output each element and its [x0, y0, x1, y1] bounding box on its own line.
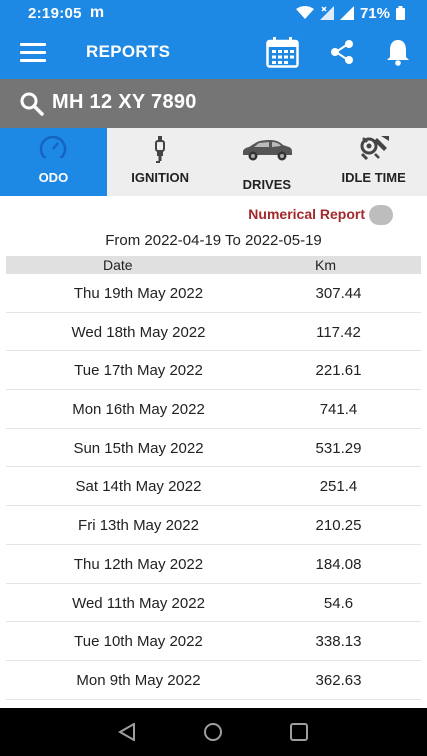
- tab-ignition[interactable]: IGNITION: [107, 128, 214, 196]
- speedometer-icon: [40, 136, 67, 158]
- notification-icon: m: [89, 4, 105, 21]
- table-row: Mon 16th May 2022 741.4: [6, 390, 421, 429]
- screen: 2:19:05 m 71% REPORTS MH 12 XY 7890 ODO …: [0, 0, 427, 756]
- row-km: 741.4: [319, 401, 358, 419]
- table-row: Thu 12th May 2022 184.08: [6, 545, 421, 584]
- column-header-km: Km: [315, 257, 336, 273]
- signal-x-icon: [319, 6, 334, 20]
- bell-icon[interactable]: [386, 38, 410, 66]
- app-bar: REPORTS: [0, 26, 427, 79]
- row-km: 184.08: [315, 555, 362, 573]
- row-km: 54.6: [323, 594, 354, 612]
- search-icon: [20, 92, 44, 116]
- numerical-report-row: Numerical Report: [0, 203, 427, 227]
- row-date: Tue 10th May 2022: [74, 633, 203, 651]
- table-row: Tue 17th May 2022 221.61: [6, 351, 421, 391]
- row-date: Mon 16th May 2022: [72, 401, 205, 419]
- row-km: 117.42: [316, 323, 361, 341]
- spark-plug-icon: [155, 136, 166, 163]
- table-header: Date Km: [6, 256, 421, 274]
- row-km: 210.25: [315, 517, 362, 535]
- battery-icon: [396, 6, 405, 20]
- tab-idle-time-label: IDLE TIME: [341, 170, 406, 185]
- status-right: 71%: [295, 4, 405, 22]
- date-range-text: From 2022-04-19 To 2022-05-19: [105, 232, 322, 249]
- column-header-date: Date: [103, 257, 133, 273]
- row-date: Tue 17th May 2022: [74, 362, 203, 380]
- recent-apps-icon[interactable]: [290, 723, 308, 741]
- system-nav-bar: [0, 708, 427, 756]
- tab-idle-time[interactable]: IDLE TIME: [320, 128, 427, 196]
- page-title: REPORTS: [86, 42, 171, 61]
- row-date: Wed 18th May 2022: [71, 323, 206, 341]
- table-row: Wed 11th May 2022 54.6: [6, 584, 421, 623]
- signal-icon: [339, 6, 354, 20]
- car-icon: [242, 140, 292, 161]
- tab-odo-label: ODO: [38, 170, 69, 185]
- numerical-report-label: Numerical Report: [248, 206, 365, 222]
- back-icon[interactable]: [118, 723, 136, 741]
- row-date: Thu 12th May 2022: [73, 555, 204, 573]
- row-date: Mon 9th May 2022: [76, 671, 201, 689]
- tab-odo[interactable]: ODO: [0, 128, 107, 196]
- calendar-icon[interactable]: [266, 37, 299, 68]
- table-row: Thu 19th May 2022 307.44: [6, 274, 421, 313]
- vehicle-number: MH 12 XY 7890: [52, 91, 197, 113]
- battery-percent: 71%: [359, 4, 390, 22]
- report-tabs: ODO IGNITION DRIVES IDLE TIME: [0, 128, 427, 196]
- numerical-report-toggle[interactable]: [369, 205, 393, 225]
- status-time: 2:19:05: [28, 4, 82, 22]
- row-date: Sat 14th May 2022: [75, 478, 202, 496]
- report-table: Thu 19th May 2022 307.44 Wed 18th May 202…: [0, 274, 427, 700]
- table-row: Wed 18th May 2022 117.42: [6, 313, 421, 352]
- tab-drives-label: DRIVES: [242, 177, 292, 192]
- table-row: Fri 13th May 2022 210.25: [6, 506, 421, 545]
- row-date: Fri 13th May 2022: [78, 517, 199, 535]
- table-row: Sat 14th May 2022 251.4: [6, 467, 421, 507]
- row-km: 362.63: [315, 671, 362, 689]
- home-icon[interactable]: [203, 722, 223, 742]
- table-row: Sun 15th May 2022 531.29: [6, 429, 421, 468]
- wifi-icon: [295, 6, 314, 19]
- share-icon[interactable]: [330, 39, 354, 65]
- row-km: 251.4: [319, 478, 358, 496]
- tab-ignition-label: IGNITION: [131, 170, 190, 185]
- date-range: From 2022-04-19 To 2022-05-19: [0, 232, 427, 249]
- tab-drives[interactable]: DRIVES: [214, 128, 321, 196]
- row-date: Thu 19th May 2022: [73, 285, 204, 302]
- vehicle-search-bar[interactable]: MH 12 XY 7890: [0, 79, 427, 128]
- row-date: Wed 11th May 2022: [72, 594, 205, 612]
- row-km: 338.13: [315, 633, 362, 651]
- table-row: Tue 10th May 2022 338.13: [6, 622, 421, 661]
- row-date: Sun 15th May 2022: [73, 439, 204, 457]
- status-bar: 2:19:05 m 71%: [0, 0, 427, 26]
- row-km: 531.29: [315, 439, 362, 457]
- row-km: 307.44: [315, 285, 362, 302]
- menu-icon[interactable]: [20, 43, 46, 63]
- row-km: 221.61: [315, 362, 362, 380]
- table-row: Mon 9th May 2022 362.63: [6, 661, 421, 700]
- tools-icon: [360, 136, 389, 160]
